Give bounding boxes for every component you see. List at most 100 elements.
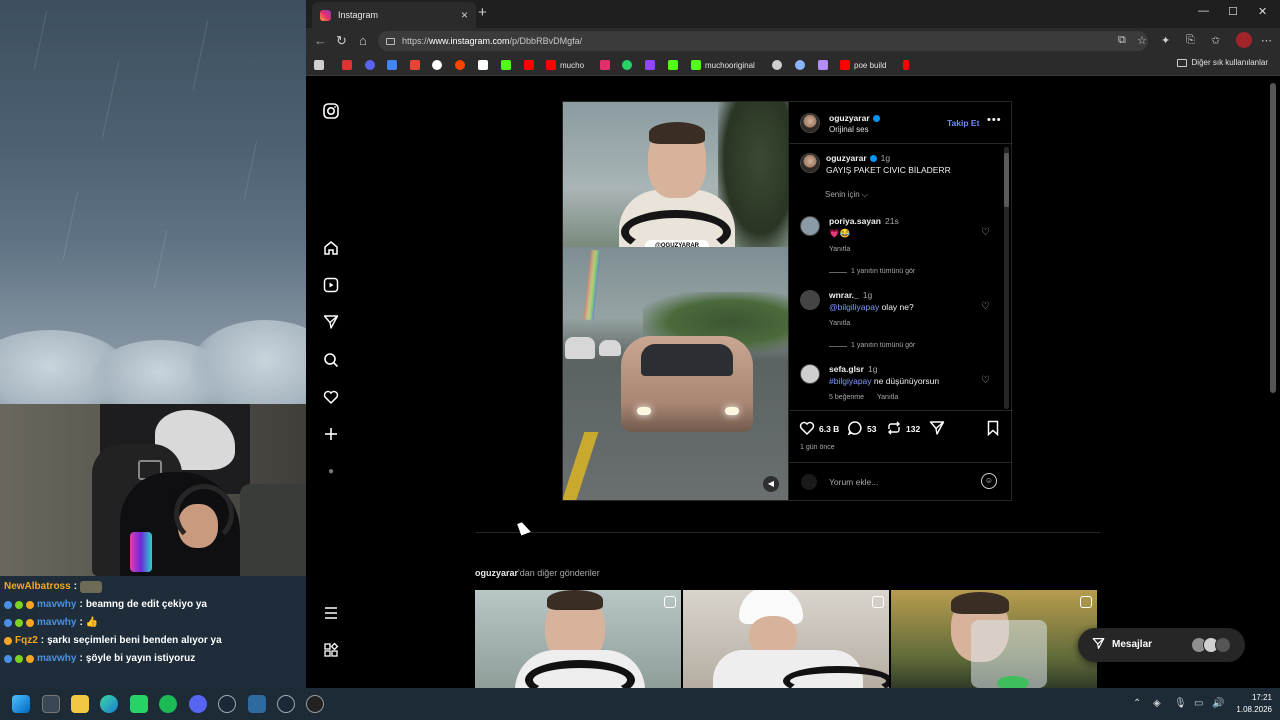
extensions-icon[interactable]: ✦ bbox=[1161, 34, 1170, 47]
messages-button[interactable]: Mesajlar bbox=[1078, 628, 1245, 662]
comment-input[interactable]: Yorum ekle... bbox=[829, 477, 878, 487]
bookmark-item[interactable] bbox=[772, 58, 782, 72]
collections-icon[interactable]: ✩ bbox=[1211, 34, 1220, 47]
post-video[interactable]: @OGUZYARAR ◀ bbox=[563, 102, 788, 500]
bookmark-item[interactable] bbox=[365, 58, 375, 72]
bookmark-item[interactable] bbox=[455, 58, 465, 72]
tray-overflow-icon[interactable]: ⌃ bbox=[1133, 698, 1141, 709]
like-comment-icon[interactable]: ♡ bbox=[981, 227, 990, 238]
app-icon[interactable] bbox=[248, 695, 266, 713]
create-plus-icon[interactable] bbox=[323, 426, 339, 442]
like-comment-icon[interactable]: ♡ bbox=[981, 375, 990, 386]
settings-menu-icon[interactable]: ⋯ bbox=[1261, 34, 1272, 47]
more-options-icon[interactable]: ••• bbox=[987, 114, 1002, 126]
save-bookmark-icon[interactable] bbox=[985, 420, 1001, 436]
bookmark-muchooriginal[interactable]: muchooriginal bbox=[691, 58, 755, 72]
obs-icon[interactable] bbox=[306, 695, 324, 713]
start-windows-icon[interactable] bbox=[12, 695, 30, 713]
search-icon[interactable] bbox=[323, 352, 339, 368]
comment-username[interactable]: wnrar._ bbox=[829, 290, 859, 300]
site-info-icon[interactable] bbox=[386, 37, 395, 45]
comment-bubble-icon[interactable] bbox=[847, 420, 863, 436]
reply-button[interactable]: Yanıtla bbox=[829, 320, 850, 327]
bookmark-item[interactable] bbox=[668, 58, 678, 72]
caption-username[interactable]: oguzyarar bbox=[826, 153, 867, 163]
reload-button[interactable]: ↻ bbox=[336, 33, 347, 49]
bookmark-item[interactable] bbox=[432, 58, 442, 72]
also-from-meta-icon[interactable] bbox=[323, 642, 339, 658]
view-replies-button[interactable]: 1 yanıtın tümünü gör bbox=[851, 268, 915, 275]
new-tab-button[interactable]: + bbox=[478, 4, 487, 21]
microphone-icon[interactable]: 🎙 bbox=[1174, 698, 1187, 709]
minimize-button[interactable]: — bbox=[1198, 5, 1209, 17]
view-replies-button[interactable]: 1 yanıtın tümünü gör bbox=[851, 342, 915, 349]
bookmark-item[interactable] bbox=[342, 58, 352, 72]
comment-hashtag[interactable]: #bilgiyapay bbox=[829, 376, 872, 386]
post-thumbnail[interactable] bbox=[683, 590, 889, 688]
author-username[interactable]: oguzyarar bbox=[829, 113, 880, 123]
volume-icon[interactable]: 🔊 bbox=[1212, 698, 1224, 709]
bookmark-item[interactable] bbox=[314, 58, 324, 72]
bookmark-poe-build[interactable]: poe build bbox=[840, 58, 886, 72]
bookmark-item[interactable] bbox=[903, 58, 909, 72]
post-thumbnail[interactable] bbox=[891, 590, 1097, 688]
more-menu-icon[interactable] bbox=[323, 605, 339, 621]
bookmark-item[interactable] bbox=[410, 58, 420, 72]
bookmark-item[interactable] bbox=[645, 58, 655, 72]
commenter-avatar[interactable] bbox=[800, 216, 820, 236]
maximize-button[interactable]: ☐ bbox=[1228, 5, 1238, 18]
mute-toggle-icon[interactable]: ◀ bbox=[763, 476, 779, 492]
home-button[interactable]: ⌂ bbox=[359, 33, 367, 48]
commenter-avatar[interactable] bbox=[800, 290, 820, 310]
comment-mention[interactable]: @bilgiliyapay bbox=[829, 302, 879, 312]
like-count[interactable]: 6.3 B bbox=[819, 424, 839, 434]
profile-icon[interactable]: ● bbox=[323, 464, 339, 480]
direct-messages-icon[interactable] bbox=[323, 314, 339, 330]
edge-browser-icon[interactable] bbox=[100, 695, 118, 713]
bookmark-item[interactable] bbox=[795, 58, 805, 72]
reels-icon[interactable] bbox=[323, 277, 339, 293]
whatsapp-icon[interactable] bbox=[130, 695, 148, 713]
commenter-avatar[interactable] bbox=[800, 364, 820, 384]
instagram-logo-icon[interactable] bbox=[323, 103, 339, 119]
bookmark-mucho[interactable]: mucho bbox=[546, 58, 584, 72]
comment-sort-dropdown[interactable]: Senin için ⌵ bbox=[825, 190, 868, 200]
display-icon[interactable]: ▭ bbox=[1194, 698, 1203, 709]
bookmark-item[interactable] bbox=[600, 58, 610, 72]
steam-icon[interactable] bbox=[277, 695, 295, 713]
bookmark-item[interactable] bbox=[478, 58, 488, 72]
task-view-icon[interactable] bbox=[42, 695, 60, 713]
author-avatar[interactable] bbox=[800, 153, 820, 173]
more-posts-user[interactable]: oguzyarar bbox=[475, 568, 518, 578]
favorite-star-icon[interactable]: ☆ bbox=[1137, 34, 1147, 47]
author-avatar[interactable] bbox=[800, 113, 820, 133]
like-heart-icon[interactable] bbox=[799, 420, 815, 436]
tab-instagram[interactable]: Instagram × bbox=[312, 2, 476, 28]
repost-icon[interactable] bbox=[886, 420, 902, 436]
reply-button[interactable]: Yanıtla bbox=[877, 394, 898, 401]
bookmark-item[interactable] bbox=[524, 58, 534, 72]
steam-icon[interactable] bbox=[218, 695, 236, 713]
audio-label[interactable]: Orijinal ses bbox=[829, 125, 869, 134]
discord-icon[interactable] bbox=[189, 695, 207, 713]
spotify-icon[interactable] bbox=[159, 695, 177, 713]
address-bar[interactable]: https://www.instagram.com/p/DbbRBvDMgfa/ bbox=[378, 31, 1148, 51]
like-comment-icon[interactable]: ♡ bbox=[981, 301, 990, 312]
bookmark-item[interactable] bbox=[818, 58, 828, 72]
follow-button[interactable]: Takip Et bbox=[947, 118, 979, 128]
close-window-button[interactable]: ✕ bbox=[1258, 5, 1267, 18]
share-icon[interactable] bbox=[929, 420, 945, 436]
post-thumbnail[interactable] bbox=[475, 590, 681, 688]
back-button[interactable]: ← bbox=[314, 33, 327, 48]
app-available-icon[interactable]: ⧉ bbox=[1118, 34, 1126, 47]
bookmark-item[interactable] bbox=[387, 58, 397, 72]
profile-avatar[interactable] bbox=[1236, 32, 1252, 48]
close-tab-icon[interactable]: × bbox=[461, 8, 468, 22]
other-bookmarks-folder[interactable]: Diğer sık kullanılanlar bbox=[1176, 58, 1268, 67]
comment-username[interactable]: sefa.glsr bbox=[829, 364, 864, 374]
system-clock[interactable]: 17:21 1.08.2026 bbox=[1226, 692, 1272, 716]
emoji-icon[interactable]: ☺ bbox=[981, 473, 997, 489]
comment-username[interactable]: poriya.sayan bbox=[829, 216, 881, 226]
bookmark-item[interactable] bbox=[501, 58, 511, 72]
comment-likes[interactable]: 5 beğenme bbox=[829, 394, 864, 401]
